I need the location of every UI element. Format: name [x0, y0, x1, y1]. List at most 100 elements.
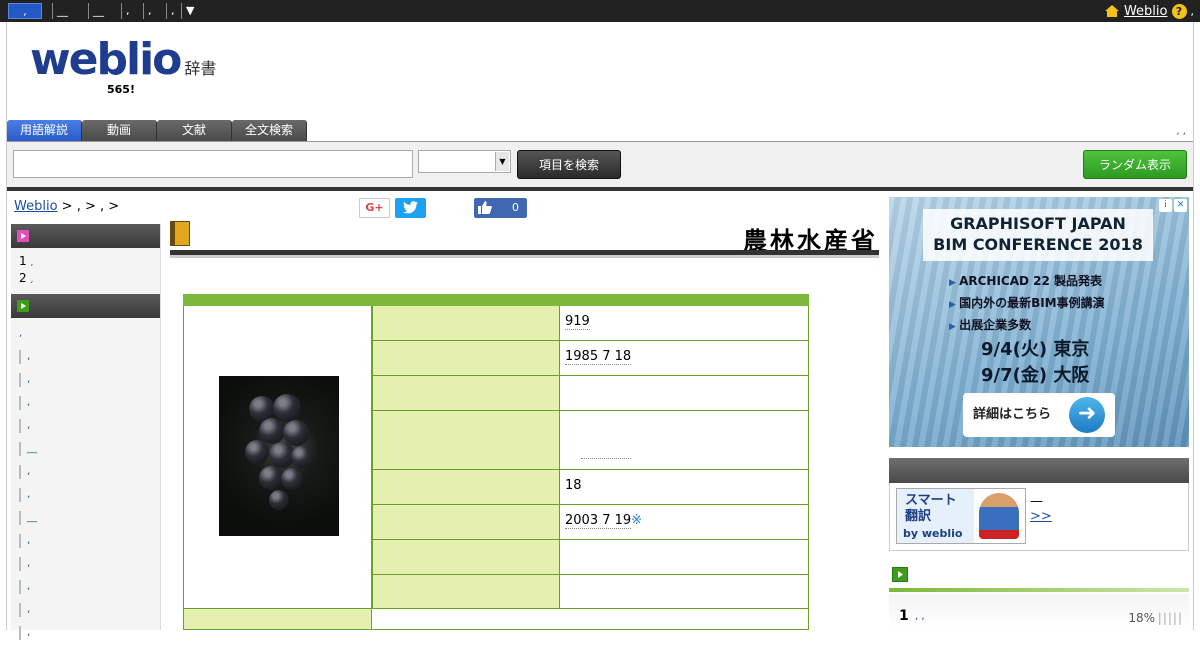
list-item[interactable]: 1 , — [19, 254, 152, 271]
sidebar-link[interactable]: , — [17, 393, 154, 416]
google-plus-button[interactable]: G+ — [359, 198, 390, 218]
rank-percent: 18% — [1128, 611, 1155, 625]
chevron-down-icon: ▼ — [495, 152, 509, 171]
sidebar-link[interactable]: , — [17, 347, 154, 370]
rank-text[interactable]: , , — [915, 611, 925, 622]
table-row-key — [183, 609, 372, 630]
right-section-header — [889, 458, 1189, 483]
sidebar-link[interactable]: , — [17, 462, 154, 485]
tab-right-text: , , — [1176, 126, 1186, 137]
row-value — [560, 411, 808, 469]
row-key — [373, 470, 560, 504]
translate-promo-text: — >> — [1030, 494, 1052, 524]
book-icon — [170, 221, 190, 246]
twitter-icon — [403, 201, 418, 214]
tab-glossary[interactable]: 用語解説 — [7, 120, 82, 141]
home-icon — [1104, 4, 1120, 18]
weblio-home-link[interactable]: Weblio — [1124, 4, 1168, 19]
topbar-tab-3[interactable]: __ — [88, 3, 104, 19]
sidebar-link[interactable]: , — [17, 324, 154, 347]
sidebar-links: , , , , , __ , , __ , , , , , — [11, 318, 160, 652]
table-row: 2003 7 19※ — [372, 505, 809, 540]
row-key — [373, 540, 560, 574]
row-key — [373, 306, 560, 340]
rank-bars: ||||| — [1157, 611, 1183, 625]
row-key — [373, 376, 560, 410]
close-icon[interactable]: ✕ — [1174, 199, 1187, 212]
sidebar-link[interactable]: , — [17, 531, 154, 554]
ad-details-button[interactable]: 詳細はこちら ➜ — [963, 393, 1115, 437]
info-table-header — [183, 294, 809, 306]
row-value: 18 — [560, 470, 808, 504]
row-value: 1985 7 18 — [560, 341, 808, 375]
sidebar-link[interactable]: , — [17, 370, 154, 393]
left-sidebar: 1 , 2 , , , , , , __ , , __ , , , , , — [11, 224, 161, 640]
ranking-divider — [889, 588, 1189, 592]
topbar-dropdown[interactable]: ▼ — [181, 3, 194, 19]
header-divider — [7, 187, 1193, 191]
tab-literature[interactable]: 文献 — [157, 120, 232, 141]
note-link[interactable]: ※ — [631, 513, 642, 528]
search-button[interactable]: 項目を検索 — [517, 150, 621, 179]
breadcrumb-home[interactable]: Weblio — [14, 199, 58, 214]
search-input[interactable] — [13, 150, 413, 178]
facebook-like-button[interactable]: 0 — [474, 198, 527, 218]
entry-count: 565! — [107, 83, 135, 96]
list-item: ARCHICAD 22 製品発表 — [949, 271, 1105, 293]
topbar-tab-2[interactable]: __ — [52, 3, 68, 19]
sidebar-link[interactable]: __ — [17, 508, 154, 531]
row-value: 2003 7 19※ — [560, 505, 808, 539]
top-bar: , __ __ , , , ▼ Weblio ? , — [0, 0, 1200, 22]
ad-banner[interactable]: i ✕ GRAPHISOFT JAPAN BIM CONFERENCE 2018… — [889, 197, 1189, 447]
table-row-value — [372, 609, 809, 630]
row-key — [373, 411, 560, 469]
image-cell — [183, 306, 372, 609]
more-link[interactable]: >> — [1030, 509, 1052, 524]
sidebar-header-2 — [11, 294, 160, 318]
row-value — [560, 376, 808, 410]
sidebar-link[interactable]: __ — [17, 439, 154, 462]
list-item: 国内外の最新BIM事例講演 — [949, 293, 1105, 315]
table-row: 1985 7 18 — [372, 341, 809, 376]
row-key — [373, 341, 560, 375]
twitter-button[interactable] — [395, 198, 426, 218]
logo-text: weblio — [30, 34, 182, 85]
random-button[interactable]: ランダム表示 — [1083, 150, 1187, 179]
reader-illustration — [979, 493, 1019, 539]
ad-headline: GRAPHISOFT JAPAN BIM CONFERENCE 2018 — [923, 209, 1153, 261]
table-row: 18 — [372, 470, 809, 505]
adchoices-icon[interactable]: i — [1159, 199, 1172, 212]
topbar-tab-5[interactable]: , — [143, 3, 152, 19]
smart-translate-banner[interactable]: スマート 翻訳 by weblio — [896, 488, 1026, 544]
play-icon — [17, 230, 29, 242]
ad-dates: 9/4(火) 東京 9/7(金) 大阪 — [981, 339, 1090, 386]
topbar-tab-1[interactable]: , — [8, 3, 42, 19]
list-item[interactable]: 2 , — [19, 271, 152, 288]
table-row — [372, 376, 809, 411]
ad-bullet-list: ARCHICAD 22 製品発表 国内外の最新BIM事例講演 出展企業多数 — [949, 271, 1105, 337]
ranking-header-icon — [892, 567, 908, 582]
list-item: 出展企業多数 — [949, 315, 1105, 337]
sidebar-link[interactable]: , — [17, 623, 154, 646]
search-mode-select[interactable]: ▼ — [418, 150, 511, 173]
table-row — [372, 540, 809, 575]
tab-video[interactable]: 動画 — [82, 120, 157, 141]
topbar-tab-6[interactable]: , — [166, 3, 175, 19]
play-icon — [17, 300, 29, 312]
ad-controls: i ✕ — [1157, 199, 1187, 213]
sidebar-link[interactable]: , — [17, 416, 154, 439]
sidebar-link[interactable]: , — [17, 577, 154, 600]
grape-photo — [219, 376, 339, 536]
ranking-row[interactable]: 1 , , 18% ||||| — [889, 594, 1189, 630]
table-row — [372, 575, 809, 609]
tab-fulltext-search[interactable]: 全文検索 — [232, 120, 307, 141]
table-row — [372, 411, 809, 470]
breadcrumb-rest: > , > , > — [57, 199, 120, 214]
sidebar-link[interactable]: , — [17, 485, 154, 508]
topbar-tab-4[interactable]: , — [121, 3, 130, 19]
sidebar-list: 1 , 2 , — [11, 248, 160, 294]
sidebar-link[interactable]: , — [17, 600, 154, 623]
help-icon[interactable]: ? — [1171, 3, 1187, 19]
sidebar-link[interactable]: , — [17, 554, 154, 577]
logo-subtitle: 辞書 — [184, 59, 217, 78]
